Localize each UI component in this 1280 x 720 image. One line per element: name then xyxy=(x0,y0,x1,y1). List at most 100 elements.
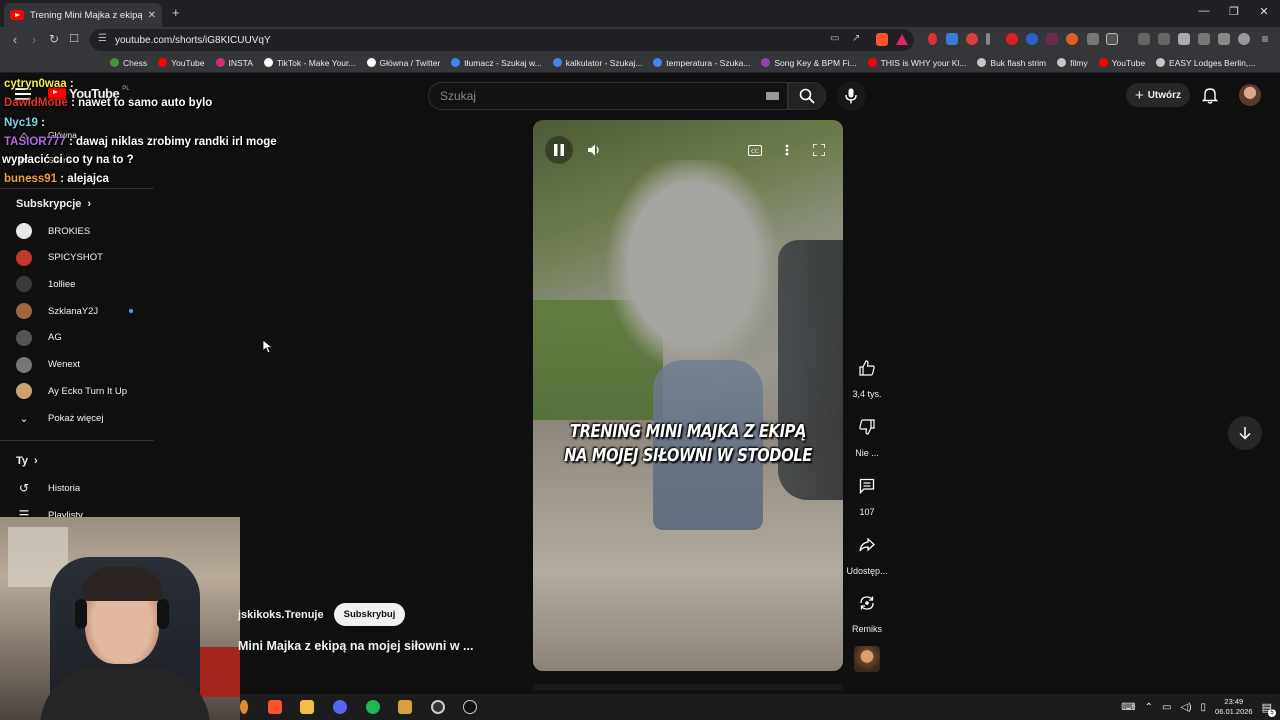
sidebar-subscription-item[interactable]: SzklanaY2J xyxy=(16,301,133,321)
back-icon[interactable]: ‹ xyxy=(7,32,23,47)
mute-button[interactable] xyxy=(581,136,609,164)
brave-rewards-icon[interactable] xyxy=(896,34,908,45)
create-button[interactable]: + Utwórz xyxy=(1126,83,1190,107)
shorts-video-player[interactable]: CC TRENING MINI MAJKA Z EKIPĄ NA MOJEJ S… xyxy=(533,120,843,671)
next-short-button[interactable] xyxy=(1228,416,1262,450)
dislike-button[interactable]: Nie ... xyxy=(845,411,889,458)
bookmark-item[interactable]: Chess xyxy=(110,58,147,68)
pause-button[interactable] xyxy=(545,136,573,164)
remix-button[interactable]: Remiks xyxy=(845,587,889,634)
url-bar[interactable]: ☰ youtube.com/shorts/iG8KICUUVqY ▭ ↗ xyxy=(90,29,914,51)
extension-hex-icon[interactable] xyxy=(1046,33,1058,45)
taskbar-explorer-icon[interactable] xyxy=(300,700,314,714)
taskbar-app-icon[interactable] xyxy=(240,700,248,714)
bookmark-item[interactable]: Buk flash strim xyxy=(977,58,1046,68)
subscribe-button[interactable]: Subskrybuj xyxy=(333,603,406,626)
channel-avatar xyxy=(16,276,32,293)
extension-translate-icon[interactable] xyxy=(946,33,958,45)
taskbar-obs-icon[interactable] xyxy=(431,700,445,714)
bookmark-item[interactable]: YouTube xyxy=(1098,58,1145,68)
bookmark-icon[interactable]: ☐ xyxy=(66,32,82,45)
bookmark-item[interactable]: THIS is WHY your Kl... xyxy=(867,58,966,68)
reload-icon[interactable]: ↻ xyxy=(46,32,62,46)
taskbar-clock[interactable]: 23:49 06.01.2026 xyxy=(1215,697,1253,717)
share-url-icon[interactable]: ↗ xyxy=(852,33,860,44)
battery-icon[interactable]: ▯ xyxy=(1201,702,1207,713)
vpn-icon[interactable] xyxy=(1238,33,1250,45)
account-avatar[interactable] xyxy=(1239,84,1261,106)
browser-tab[interactable]: Trening Mini Majka z ekipą n ✕ xyxy=(4,3,162,27)
sidebar-toggle-icon[interactable] xyxy=(1178,33,1190,45)
sidebar-subscription-item[interactable]: Wenext xyxy=(16,355,80,375)
sidebar-subscription-item[interactable]: 1olliee xyxy=(16,274,75,294)
bookmark-item[interactable]: EASY Lodges Berlin,... xyxy=(1156,58,1255,68)
browser-menu-icon[interactable]: ≡ xyxy=(1257,32,1273,46)
show-more-button[interactable]: ⌄ Pokaż więcej xyxy=(16,408,103,428)
bookmark-item[interactable]: kalkulator - Szukaj... xyxy=(552,58,642,68)
sidebar-subscription-item[interactable]: SPICYSHOT xyxy=(16,248,103,268)
bookmark-item[interactable]: YouTube xyxy=(158,58,205,68)
volume-tray-icon[interactable]: ◁) xyxy=(1181,702,1192,713)
channel-name[interactable]: jskikoks.Trenuje xyxy=(238,609,324,621)
bookmark-item[interactable]: INSTA xyxy=(215,58,253,68)
taskbar-brave-icon[interactable] xyxy=(268,700,282,714)
leo-icon[interactable] xyxy=(1218,33,1230,45)
sidebar-subscription-item[interactable]: AG xyxy=(16,328,62,348)
minimize-icon[interactable]: — xyxy=(1194,5,1214,17)
extension-pin-icon[interactable] xyxy=(986,33,990,45)
share-button[interactable]: Udostęp... xyxy=(845,529,889,576)
sidebar-subscription-item[interactable]: Ay Ecko Turn It Up xyxy=(16,381,127,401)
taskbar-spotify-icon[interactable] xyxy=(366,700,380,714)
taskbar-logitech-icon[interactable] xyxy=(463,700,477,714)
site-info-icon[interactable]: ☰ xyxy=(98,33,107,44)
bookmark-item[interactable]: Song Key & BPM Fi... xyxy=(761,57,857,68)
bookmark-item[interactable]: TikTok - Make Your... xyxy=(263,58,356,68)
like-button[interactable]: 3,4 tys. xyxy=(845,352,889,399)
chevron-right-icon: › xyxy=(34,455,38,467)
keyboard-icon[interactable] xyxy=(766,92,779,100)
taskbar-media-icon[interactable] xyxy=(398,700,412,714)
downloads-icon[interactable] xyxy=(1138,33,1150,45)
comment-count: 107 xyxy=(859,507,875,517)
more-options-button[interactable] xyxy=(773,136,801,164)
media-icon[interactable] xyxy=(1158,33,1170,45)
notifications-bell-icon[interactable] xyxy=(1202,87,1218,104)
close-window-icon[interactable]: ✕ xyxy=(1254,5,1274,18)
brave-shield-icon[interactable] xyxy=(876,33,888,46)
taskbar-discord-icon[interactable] xyxy=(333,700,347,714)
network-icon[interactable]: ▭ xyxy=(1162,702,1171,713)
bookmark-label: Song Key & BPM Fi... xyxy=(774,57,857,68)
extension-dagger-icon[interactable] xyxy=(966,33,978,45)
extension-youtube-icon[interactable] xyxy=(1006,33,1018,45)
search-input[interactable]: Szukaj xyxy=(428,82,788,110)
notifications-tray-icon[interactable]: ▤ 5 xyxy=(1262,701,1276,717)
sound-thumbnail[interactable] xyxy=(854,646,880,672)
video-title[interactable]: Mini Majka z ekipą na mojej siłowni w ..… xyxy=(238,639,473,653)
keyboard-layout-icon[interactable]: ⌨ xyxy=(1121,702,1135,713)
search-button[interactable] xyxy=(788,82,826,110)
extension-orange-icon[interactable] xyxy=(1066,33,1078,45)
new-tab-button[interactable]: + xyxy=(172,5,180,20)
sidebar-item-history[interactable]: ↺ Historia xyxy=(16,478,80,498)
subscriptions-header[interactable]: Subskrypcje › xyxy=(16,198,91,210)
bookmark-item[interactable]: Główna / Twitter xyxy=(366,58,440,68)
tray-chevron-up-icon[interactable]: ⌃ xyxy=(1145,702,1153,713)
cast-icon[interactable]: ▭ xyxy=(830,33,839,44)
forward-icon[interactable]: › xyxy=(26,32,42,47)
extension-blue-icon[interactable] xyxy=(1026,33,1038,45)
voice-search-button[interactable] xyxy=(836,81,866,111)
restore-icon[interactable]: ❐ xyxy=(1224,5,1244,18)
fullscreen-button[interactable] xyxy=(805,136,833,164)
comments-button[interactable]: 107 xyxy=(845,470,889,517)
extensions-puzzle-icon[interactable] xyxy=(1087,33,1099,45)
sidebar-subscription-item[interactable]: BROKIES xyxy=(16,221,90,241)
extension-red-icon[interactable] xyxy=(928,33,937,45)
you-header[interactable]: Ty › xyxy=(16,455,38,467)
bookmark-item[interactable]: filmy xyxy=(1057,58,1088,68)
bookmark-item[interactable]: tłumacz - Szukaj w... xyxy=(451,58,542,68)
extension-window-icon[interactable] xyxy=(1106,33,1118,45)
tab-close-icon[interactable]: ✕ xyxy=(148,10,156,21)
captions-button[interactable]: CC xyxy=(741,136,769,164)
wallet-icon[interactable] xyxy=(1198,33,1210,45)
bookmark-item[interactable]: temperatura - Szuka... xyxy=(653,58,750,68)
